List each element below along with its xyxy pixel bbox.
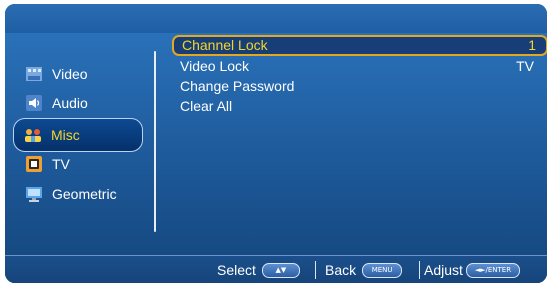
sidebar-item-video[interactable]: Video: [15, 59, 145, 89]
sidebar-item-tv[interactable]: TV: [15, 149, 145, 179]
hint-adjust: Adjust ◄►/ENTER: [424, 260, 520, 280]
menu-row-label: Video Lock: [180, 58, 250, 74]
sidebar-item-label: Audio: [52, 95, 88, 111]
menu-row-change-password[interactable]: Change Password: [172, 77, 544, 96]
footer-separator: [315, 261, 316, 279]
hint-select: Select ▲▼: [217, 260, 300, 280]
footer-separator: [419, 261, 420, 279]
menu-row-clear-all[interactable]: Clear All: [172, 97, 544, 116]
sidebar-item-misc[interactable]: Misc: [13, 118, 143, 152]
audio-icon: [25, 94, 43, 112]
video-icon: [25, 65, 43, 83]
sidebar-item-geometric[interactable]: Geometric: [15, 179, 145, 209]
geometric-icon: [25, 185, 43, 203]
osd-menu-panel: Video Audio Misc TV Geometric Channel Lo…: [5, 4, 547, 283]
hint-back-label: Back: [325, 262, 357, 278]
sidebar-item-label: TV: [52, 156, 70, 172]
menu-header-bar: [5, 4, 547, 33]
misc-icon: [24, 126, 42, 144]
sidebar-item-label: Geometric: [52, 186, 117, 202]
hint-back: Back MENU: [325, 260, 403, 280]
menu-key-icon: MENU: [362, 262, 403, 278]
hint-select-label: Select: [217, 262, 256, 278]
sidebar-item-label: Misc: [51, 127, 80, 143]
sidebar-item-label: Video: [52, 66, 88, 82]
up-down-key-icon: ▲▼: [261, 262, 300, 278]
sidebar-divider: [154, 51, 156, 232]
menu-row-label: Change Password: [180, 78, 295, 94]
left-right-enter-key-icon: ◄►/ENTER: [465, 262, 520, 278]
tv-icon: [25, 155, 43, 173]
menu-row-channel-lock[interactable]: Channel Lock 1: [172, 35, 547, 56]
hint-adjust-label: Adjust: [424, 262, 463, 278]
menu-row-value: TV: [516, 58, 534, 74]
menu-row-label: Clear All: [180, 98, 233, 114]
footer-hint-bar: Select ▲▼ Back MENU Adjust ◄►/ENTER: [5, 255, 547, 283]
menu-row-video-lock[interactable]: Video Lock TV: [172, 57, 544, 76]
sidebar-item-audio[interactable]: Audio: [15, 88, 145, 118]
menu-row-value: 1: [528, 37, 536, 53]
menu-row-label: Channel Lock: [182, 37, 268, 53]
